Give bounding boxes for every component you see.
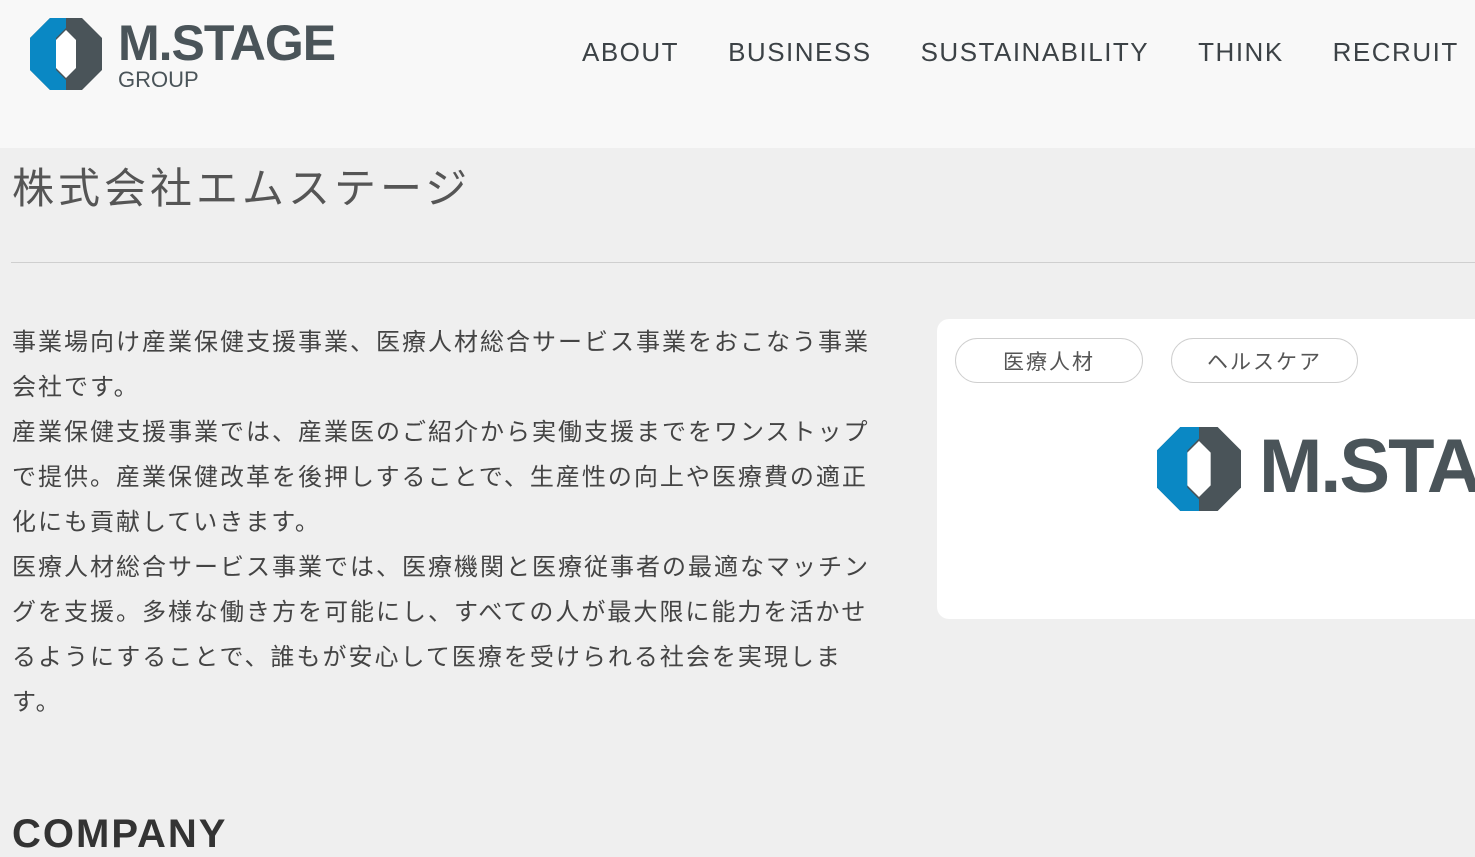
nav-think[interactable]: THINK bbox=[1198, 37, 1284, 68]
section-heading-company: COMPANY bbox=[12, 812, 228, 856]
nav-business[interactable]: BUSINESS bbox=[728, 37, 872, 68]
nav-sustainability[interactable]: SUSTAINABILITY bbox=[921, 37, 1150, 68]
card-logo-wordmark: M.STAGE bbox=[1259, 424, 1475, 509]
logo-wordmark: M.STAGE bbox=[118, 15, 336, 71]
logo-subtext: GROUP bbox=[118, 67, 199, 92]
company-card[interactable]: 医療人材 ヘルスケア M.STAGE bbox=[937, 319, 1475, 619]
mstage-logo-mark-icon bbox=[30, 18, 102, 90]
site-header: M.STAGE GROUP ABOUT BUSINESS SUSTAINABIL… bbox=[0, 0, 1475, 148]
nav-about[interactable]: ABOUT bbox=[582, 37, 679, 68]
description-paragraph: 事業場向け産業保健支援事業、医療人材総合サービス事業をおこなう事業会社です。 bbox=[12, 328, 870, 401]
description-paragraph: 産業保健支援事業では、産業医のご紹介から実働支援までをワンストップで提供。産業保… bbox=[12, 418, 870, 536]
description-paragraph: 医療人材総合サービス事業では、医療機関と医療従事者の最適なマッチングを支援。多様… bbox=[12, 553, 870, 716]
page-title: 株式会社エムステージ bbox=[12, 164, 472, 213]
nav-recruit[interactable]: RECRUIT bbox=[1333, 37, 1459, 68]
company-description: 事業場向け産業保健支援事業、医療人材総合サービス事業をおこなう事業会社です。 産… bbox=[12, 320, 872, 725]
tag-medical-personnel[interactable]: 医療人材 bbox=[955, 338, 1143, 383]
tag-healthcare[interactable]: ヘルスケア bbox=[1171, 338, 1358, 383]
main-nav: ABOUT BUSINESS SUSTAINABILITY THINK RECR… bbox=[582, 37, 1475, 68]
mstage-logo-mark-icon bbox=[1157, 427, 1241, 511]
title-divider bbox=[11, 262, 1475, 263]
mstage-group-logo[interactable]: M.STAGE GROUP bbox=[30, 15, 350, 93]
